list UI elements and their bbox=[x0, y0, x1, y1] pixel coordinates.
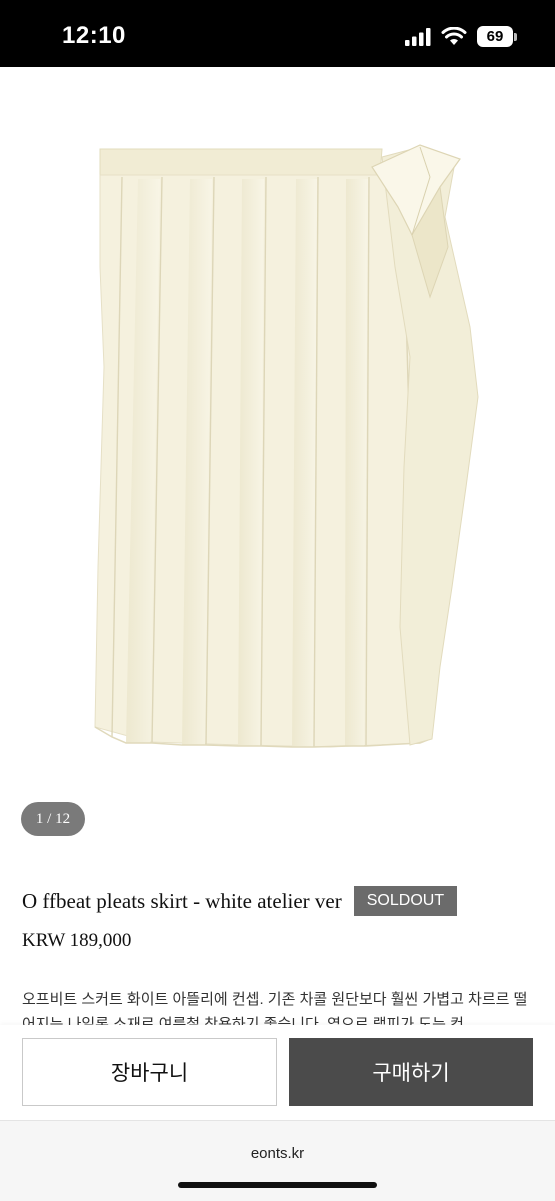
image-counter: 1 / 12 bbox=[21, 802, 85, 836]
status-bar: 12:10 69 bbox=[0, 0, 555, 67]
wifi-icon bbox=[441, 27, 467, 45]
product-title: O ffbeat pleats skirt - white atelier ve… bbox=[22, 888, 342, 913]
status-time: 12:10 bbox=[62, 22, 126, 49]
buy-now-button[interactable]: 구매하기 bbox=[289, 1038, 533, 1106]
add-to-cart-button[interactable]: 장바구니 bbox=[22, 1038, 277, 1106]
browser-address-bar: eonts.kr bbox=[0, 1120, 555, 1201]
skirt-illustration bbox=[94, 144, 479, 748]
soldout-badge: SOLDOUT bbox=[353, 886, 458, 916]
status-icons: 69 bbox=[405, 26, 517, 47]
home-indicator[interactable] bbox=[178, 1182, 377, 1188]
product-image[interactable] bbox=[0, 67, 555, 787]
address-url[interactable]: eonts.kr bbox=[0, 1145, 555, 1162]
battery-level: 69 bbox=[477, 26, 513, 47]
battery-icon: 69 bbox=[477, 26, 517, 47]
product-title-row: O ffbeat pleats skirt - white atelier ve… bbox=[22, 886, 458, 916]
cellular-signal-icon bbox=[405, 27, 431, 46]
purchase-action-bar: 장바구니 구매하기 bbox=[0, 1025, 555, 1120]
product-price: KRW 189,000 bbox=[22, 930, 132, 951]
product-description: 오프비트 스커트 화이트 아뜰리에 컨셉. 기존 차콜 원단보다 훨씬 가볍고 … bbox=[22, 991, 528, 1025]
